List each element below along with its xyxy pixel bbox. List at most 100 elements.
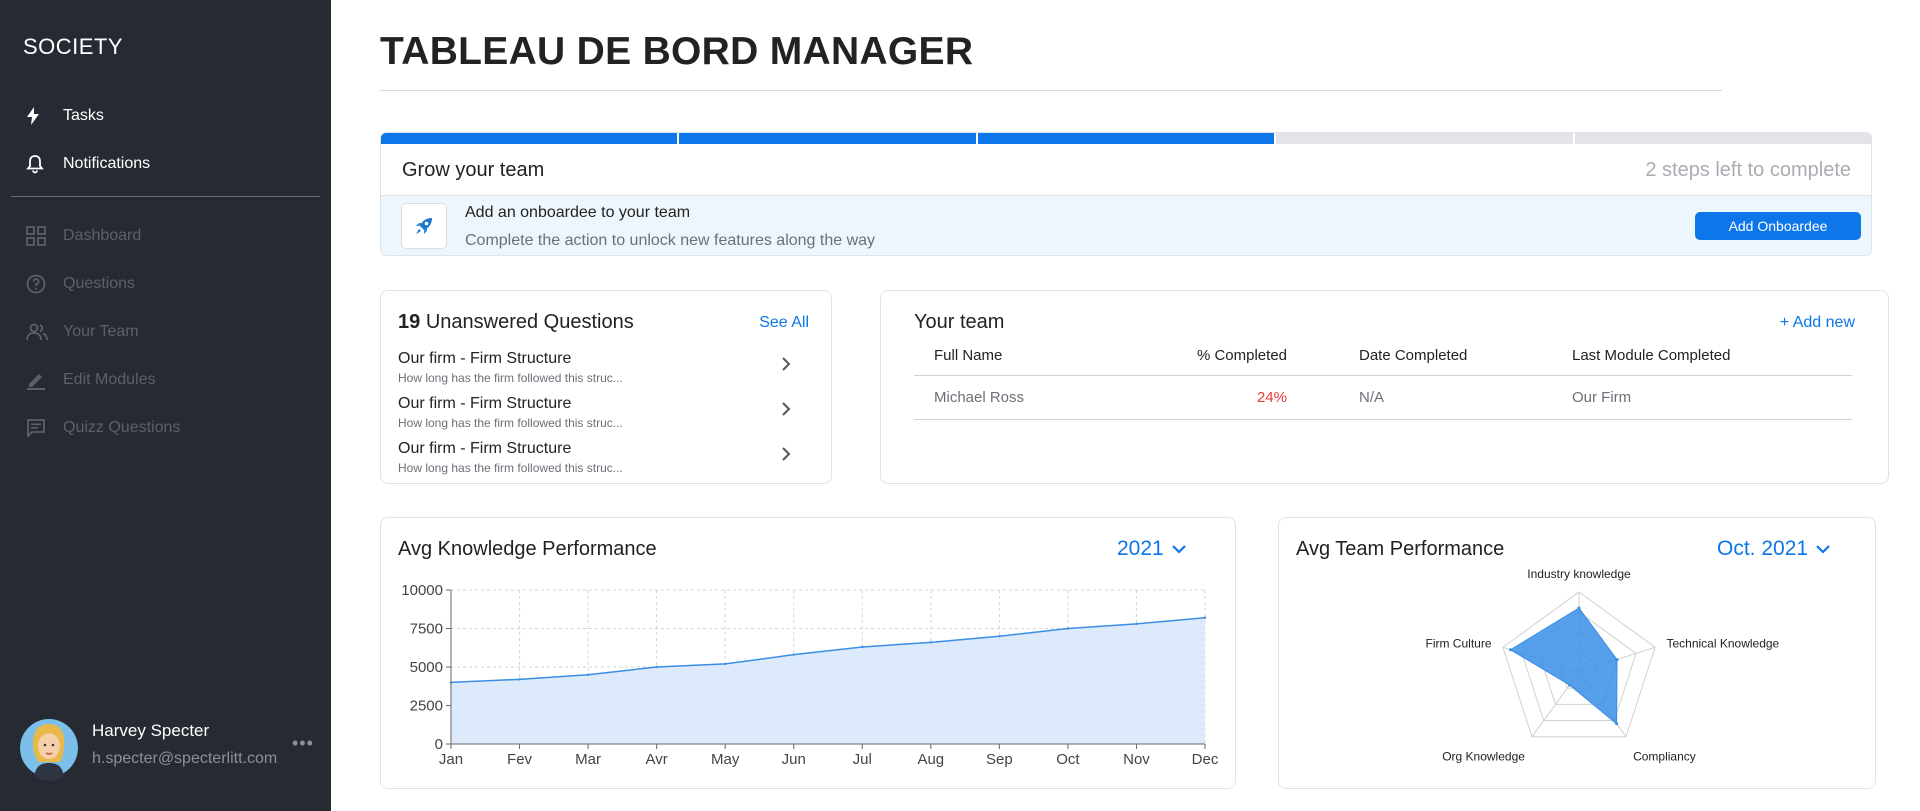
title-divider [380, 90, 1722, 91]
sidebar-item-your-team[interactable]: Your Team [26, 317, 139, 347]
data-point [792, 653, 795, 656]
onboarding-action-subtitle: Complete the action to unlock new featur… [465, 232, 876, 249]
data-point [1066, 627, 1070, 630]
data-point [861, 645, 864, 649]
user-profile: Harvey Specter h.specter@specterlitt.com… [20, 715, 320, 781]
sidebar-item-questions[interactable]: Questions [26, 269, 135, 299]
data-point [518, 678, 521, 681]
sidebar-item-notifications[interactable]: Notifications [26, 149, 150, 179]
chevron-right-icon[interactable] [781, 401, 791, 417]
question-circle-icon [26, 273, 52, 295]
steps-left-text: 2 steps left to complete [1645, 159, 1851, 181]
sidebar-item-label: Questions [63, 275, 136, 292]
knowledge-area-chart: 025005000750010000Jan Fev Mar Avr May Jun Jul A… [401, 582, 1219, 768]
y-tick-label: 10000 [401, 582, 443, 599]
radar-point [1615, 722, 1619, 726]
data-point [1203, 616, 1207, 619]
team-radar-chart: Industry knowledge Technical Knowledge Com… [1425, 567, 1779, 763]
questions-title: 19 Unanswered Questions [398, 311, 634, 334]
questions-count: 19 [398, 311, 421, 333]
sidebar-item-label: Your Team [63, 323, 139, 340]
chevron-right-icon[interactable] [781, 356, 791, 372]
add-onboardee-button[interactable]: Add Onboardee [1695, 212, 1861, 240]
x-tick-label: Sep [986, 751, 1013, 768]
radar-point [1577, 606, 1581, 610]
x-tick-label: Fev [507, 751, 533, 768]
data-point [929, 641, 933, 644]
question-title: Our firm - Firm Structure [398, 440, 572, 457]
list-item[interactable]: Our firm - Firm Structure How long has t… [398, 350, 818, 390]
onboarding-action-row: Add an onboardee to your team Complete t… [381, 195, 1871, 255]
progress-segment [977, 133, 1277, 144]
x-tick-label: Avr [646, 751, 668, 768]
see-all-link[interactable]: See All [759, 314, 809, 332]
unanswered-questions-card: 19 Unanswered Questions See All Our firm… [380, 290, 832, 484]
column-header-last-module: Last Module Completed [1572, 347, 1731, 364]
x-tick-label: Mar [575, 751, 601, 768]
more-options-icon[interactable]: ••• [292, 733, 314, 754]
x-tick-label: Aug [917, 751, 944, 768]
table-header-divider [914, 375, 1852, 376]
radar-axis-label: Industry knowledge [1527, 567, 1631, 581]
your-team-card: Your team + Add new Full Name % Complete… [880, 290, 1889, 484]
x-tick-label: Jul [853, 751, 872, 768]
add-new-link[interactable]: + Add new [1780, 314, 1855, 332]
area-fill [451, 617, 1205, 744]
table-row-divider [914, 419, 1852, 420]
radar-axis-label: Compliancy [1633, 749, 1696, 763]
column-header-date-completed: Date Completed [1359, 347, 1468, 364]
question-title: Our firm - Firm Structure [398, 395, 572, 412]
column-header-completed: % Completed [1196, 347, 1287, 364]
onboarding-action-title: Add an onboardee to your team [465, 204, 691, 221]
question-excerpt: How long has the firm followed this stru… [398, 371, 623, 385]
cell-last-module: Our Firm [1572, 389, 1632, 406]
sidebar-item-dashboard[interactable]: Dashboard [26, 221, 141, 251]
data-point [998, 635, 1001, 638]
radar-point [1568, 683, 1572, 687]
cell-completed: 24% [1256, 389, 1287, 406]
sidebar: SOCIETY Tasks Notifications Dashboard Qu… [0, 0, 331, 811]
question-excerpt: How long has the firm followed this stru… [398, 461, 623, 475]
sidebar-item-tasks[interactable]: Tasks [26, 101, 104, 131]
page-title: TABLEAU DE BORD MANAGER [380, 30, 974, 73]
data-point [655, 665, 658, 669]
radar-axis-label: Firm Culture [1425, 637, 1491, 651]
bell-icon [26, 153, 52, 175]
data-point [586, 673, 590, 676]
grid-icon [26, 225, 52, 247]
progress-segment [1574, 133, 1871, 144]
sidebar-item-edit-modules[interactable]: Edit Modules [26, 365, 156, 395]
message-list-icon [26, 417, 52, 439]
x-tick-label: Jan [439, 751, 463, 768]
sidebar-item-label: Tasks [63, 107, 104, 124]
sidebar-item-label: Dashboard [63, 227, 142, 244]
questions-title-text: Unanswered Questions [425, 311, 634, 333]
radar-axis-label: Technical Knowledge [1666, 637, 1779, 651]
x-tick-label: Oct [1056, 751, 1080, 768]
x-tick-label: Nov [1123, 751, 1150, 768]
pencil-icon [26, 369, 52, 391]
team-performance-card: Avg Team Performance Oct. 2021 Industry … [1278, 517, 1876, 789]
sidebar-divider [11, 196, 320, 197]
sidebar-item-label: Notifications [63, 155, 151, 172]
x-tick-label: May [711, 751, 740, 768]
rocket-icon [401, 203, 447, 249]
y-tick-label: 7500 [410, 621, 443, 638]
radar-point [1615, 658, 1619, 662]
sidebar-item-quizz-questions[interactable]: Quizz Questions [26, 413, 180, 443]
avatar[interactable] [20, 715, 78, 781]
onboarding-progress [381, 133, 1871, 144]
people-icon [26, 321, 52, 343]
lightning-icon [26, 105, 52, 127]
brand-logo: SOCIETY [23, 34, 124, 59]
progress-segment [381, 133, 680, 144]
cell-date-completed: N/A [1359, 389, 1385, 406]
chevron-right-icon[interactable] [781, 446, 791, 462]
list-item[interactable]: Our firm - Firm Structure How long has t… [398, 395, 818, 435]
user-name: Harvey Specter [92, 721, 210, 740]
progress-segment [1276, 133, 1575, 144]
data-point [1135, 622, 1138, 626]
list-item[interactable]: Our firm - Firm Structure How long has t… [398, 440, 818, 480]
sidebar-item-label: Quizz Questions [63, 419, 181, 436]
sidebar-item-label: Edit Modules [63, 371, 156, 388]
